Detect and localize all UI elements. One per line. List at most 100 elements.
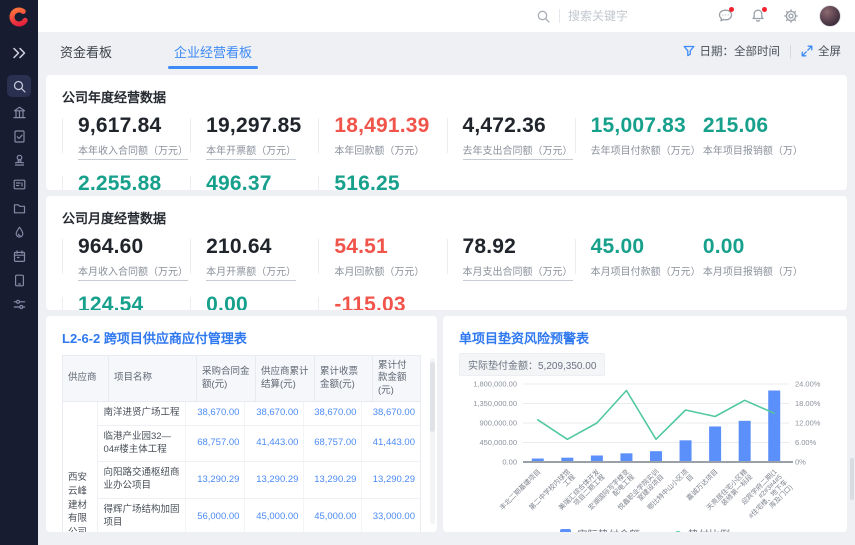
- purchase-amount-cell: 56,000.00: [186, 499, 245, 532]
- sidebar-item-document[interactable]: [7, 128, 31, 145]
- app-logo[interactable]: [0, 0, 38, 33]
- sidebar-item-device[interactable]: [7, 272, 31, 289]
- table-scrollbar-thumb[interactable]: [430, 362, 435, 432]
- kpi-value: 0.00: [206, 294, 318, 310]
- sidebar-item-sliders[interactable]: [7, 296, 31, 313]
- sidebar-item-search[interactable]: [7, 75, 31, 97]
- payment-amount-cell: 33,000.00: [362, 499, 420, 532]
- kpi-value: 54.51: [334, 236, 446, 258]
- tab-funds-kanban[interactable]: 资金看板: [60, 42, 112, 61]
- kpi-item: -115.03 本月现金流（万）: [318, 294, 446, 310]
- svg-text:1,350,000.00: 1,350,000.00: [473, 399, 517, 408]
- table-header-cell: 项目名称: [109, 356, 197, 402]
- annual-card-title: 公司年度经营数据: [62, 87, 831, 106]
- kpi-item: 0.00 本月项目报销额（万）: [703, 236, 831, 281]
- sidebar-item-bank[interactable]: [7, 104, 31, 121]
- kpi-value: 516.25: [334, 173, 446, 190]
- main-content: 公司年度经营数据 9,617.84 本年收入合同额（万元） 19,297.85 …: [46, 75, 847, 532]
- kpi-item: 964.60 本月收入合同额（万元）: [62, 236, 190, 281]
- kpi-value: 9,617.84: [78, 115, 190, 137]
- tab-bar: 资金看板 企业经营看板 日期：全部时间 全屏: [38, 33, 855, 69]
- kpi-value: 215.06: [703, 115, 831, 137]
- kpi-label: 本年项目报销额（万）: [703, 142, 831, 157]
- table-row[interactable]: 向阳路交通枢纽商业办公项目 13,290.29 13,290.29 13,290…: [98, 462, 420, 499]
- kpi-value: 210.64: [206, 236, 318, 258]
- table-row[interactable]: 南洋进贤广场工程 38,670.00 38,670.00 38,670.00 3…: [98, 402, 420, 426]
- kpi-value: 45.00: [591, 236, 703, 258]
- sidebar-item-stamp[interactable]: [7, 152, 31, 169]
- kpi-item: 4,472.36 去年支出合同额（万元）: [447, 115, 575, 160]
- purchase-amount-cell: 38,670.00: [186, 402, 245, 425]
- legend-item[interactable]: 实际垫付金额: [560, 527, 640, 532]
- kpi-label: 本年收入合同额（万元）: [78, 142, 190, 160]
- legend-swatch: [560, 529, 571, 532]
- kpi-value: 18,491.39: [334, 115, 446, 137]
- payment-amount-cell: 38,670.00: [362, 402, 420, 425]
- sidebar-item-calendar[interactable]: [7, 248, 31, 265]
- supplier-table-header: 供应商项目名称采购合同金额(元)供应商累计结算(元)累计收票金额(元)累计付款金…: [63, 356, 420, 402]
- calendar-icon: [12, 249, 27, 264]
- invoice-amount-cell: 13,290.29: [304, 462, 362, 498]
- table-header-cell: 供应商累计结算(元): [256, 356, 315, 402]
- kpi-label: 本年开票额（万元）: [206, 142, 318, 160]
- toolbar-divider: [790, 45, 791, 58]
- tab-enterprise-kanban[interactable]: 企业经营看板: [170, 33, 256, 70]
- kpi-label: 本月开票额（万元）: [206, 263, 318, 281]
- settlement-amount-cell: 45,000.00: [245, 499, 304, 532]
- svg-text:24.00%: 24.00%: [795, 380, 821, 389]
- sidebar-item-drop[interactable]: [7, 224, 31, 241]
- settings-button[interactable]: [782, 7, 800, 25]
- kpi-label: 本月回款额（万元）: [334, 263, 446, 278]
- kpi-item: 54.51 本月回款额（万元）: [318, 236, 446, 281]
- sidebar-expand-icon[interactable]: [11, 43, 27, 63]
- fullscreen-button[interactable]: 全屏: [801, 43, 841, 59]
- page-scrollbar-thumb[interactable]: [850, 458, 854, 500]
- risk-chart-title: 单项目垫资风险预警表: [459, 328, 831, 347]
- svg-text:12.00%: 12.00%: [795, 419, 821, 428]
- search-icon: [12, 79, 27, 94]
- risk-chart[interactable]: 0.000%450,000.006.00%900,000.0012.00%1,3…: [459, 378, 831, 531]
- date-filter-button[interactable]: 日期：全部时间: [683, 43, 781, 59]
- invoice-amount-cell: 38,670.00: [304, 402, 362, 425]
- svg-text:0%: 0%: [795, 458, 806, 467]
- sidebar-item-card[interactable]: [7, 176, 31, 193]
- kpi-item: 19,297.85 本年开票额（万元）: [190, 115, 318, 160]
- sidebar: [0, 0, 38, 545]
- table-header-cell: 累计付款金额(元): [373, 356, 420, 402]
- gear-icon: [783, 8, 799, 24]
- table-header-cell: 供应商: [63, 356, 109, 402]
- bank-icon: [12, 105, 27, 120]
- kpi-item: 2,255.88 本年部门报销额（万）: [62, 173, 190, 190]
- kpi-label: 去年项目付款额（万元）: [591, 142, 703, 157]
- notifications-button[interactable]: [749, 7, 767, 25]
- table-header-cell: 累计收票金额(元): [315, 356, 373, 402]
- kpi-label: 去年支出合同额（万元）: [463, 142, 575, 160]
- settlement-amount-cell: 38,670.00: [245, 402, 304, 425]
- messages-button[interactable]: [716, 7, 734, 25]
- monthly-data-card: 公司月度经营数据 964.60 本月收入合同额（万元） 210.64 本月开票额…: [46, 196, 847, 310]
- date-filter-label: 日期：全部时间: [700, 43, 781, 59]
- kpi-item: 210.64 本月开票额（万元）: [190, 236, 318, 281]
- table-row[interactable]: 得辉广场结构加固项目 56,000.00 45,000.00 45,000.00…: [98, 499, 420, 532]
- sidebar-item-folder[interactable]: [7, 200, 31, 217]
- kpi-value: 78.92: [463, 236, 575, 258]
- search-input[interactable]: [568, 9, 678, 23]
- kpi-value: 15,007.83: [591, 115, 703, 137]
- kpi-item: 0.00 本月税金支出（万元）: [190, 294, 318, 310]
- kpi-label: 本月项目付款额（万元）: [591, 263, 703, 278]
- logo-c-icon: [8, 6, 30, 28]
- dashboard-app: 资金看板 企业经营看板 日期：全部时间 全屏 公司年度经营数据: [0, 0, 855, 545]
- funnel-icon: [683, 45, 695, 57]
- supplier-table-title: L2-6-2 跨项目供应商应付管理表: [62, 328, 421, 347]
- search-icon[interactable]: [536, 9, 551, 24]
- kpi-item: 9,617.84 本年收入合同额（万元）: [62, 115, 190, 160]
- supplier-name-cell: 西安云峰建材有限公司: [63, 402, 98, 532]
- sliders-icon: [12, 297, 27, 312]
- avatar[interactable]: [819, 5, 841, 27]
- svg-text:1,800,000.00: 1,800,000.00: [473, 380, 517, 389]
- legend-item[interactable]: 垫付比例: [674, 527, 730, 532]
- kpi-item: 496.37 本年税金支出（万元）: [190, 173, 318, 190]
- table-row[interactable]: 临港产业园32—04#楼主体工程 68,757.00 41,443.00 68,…: [98, 426, 420, 463]
- monthly-card-title: 公司月度经营数据: [62, 208, 831, 227]
- project-name-cell: 得辉广场结构加固项目: [98, 499, 186, 532]
